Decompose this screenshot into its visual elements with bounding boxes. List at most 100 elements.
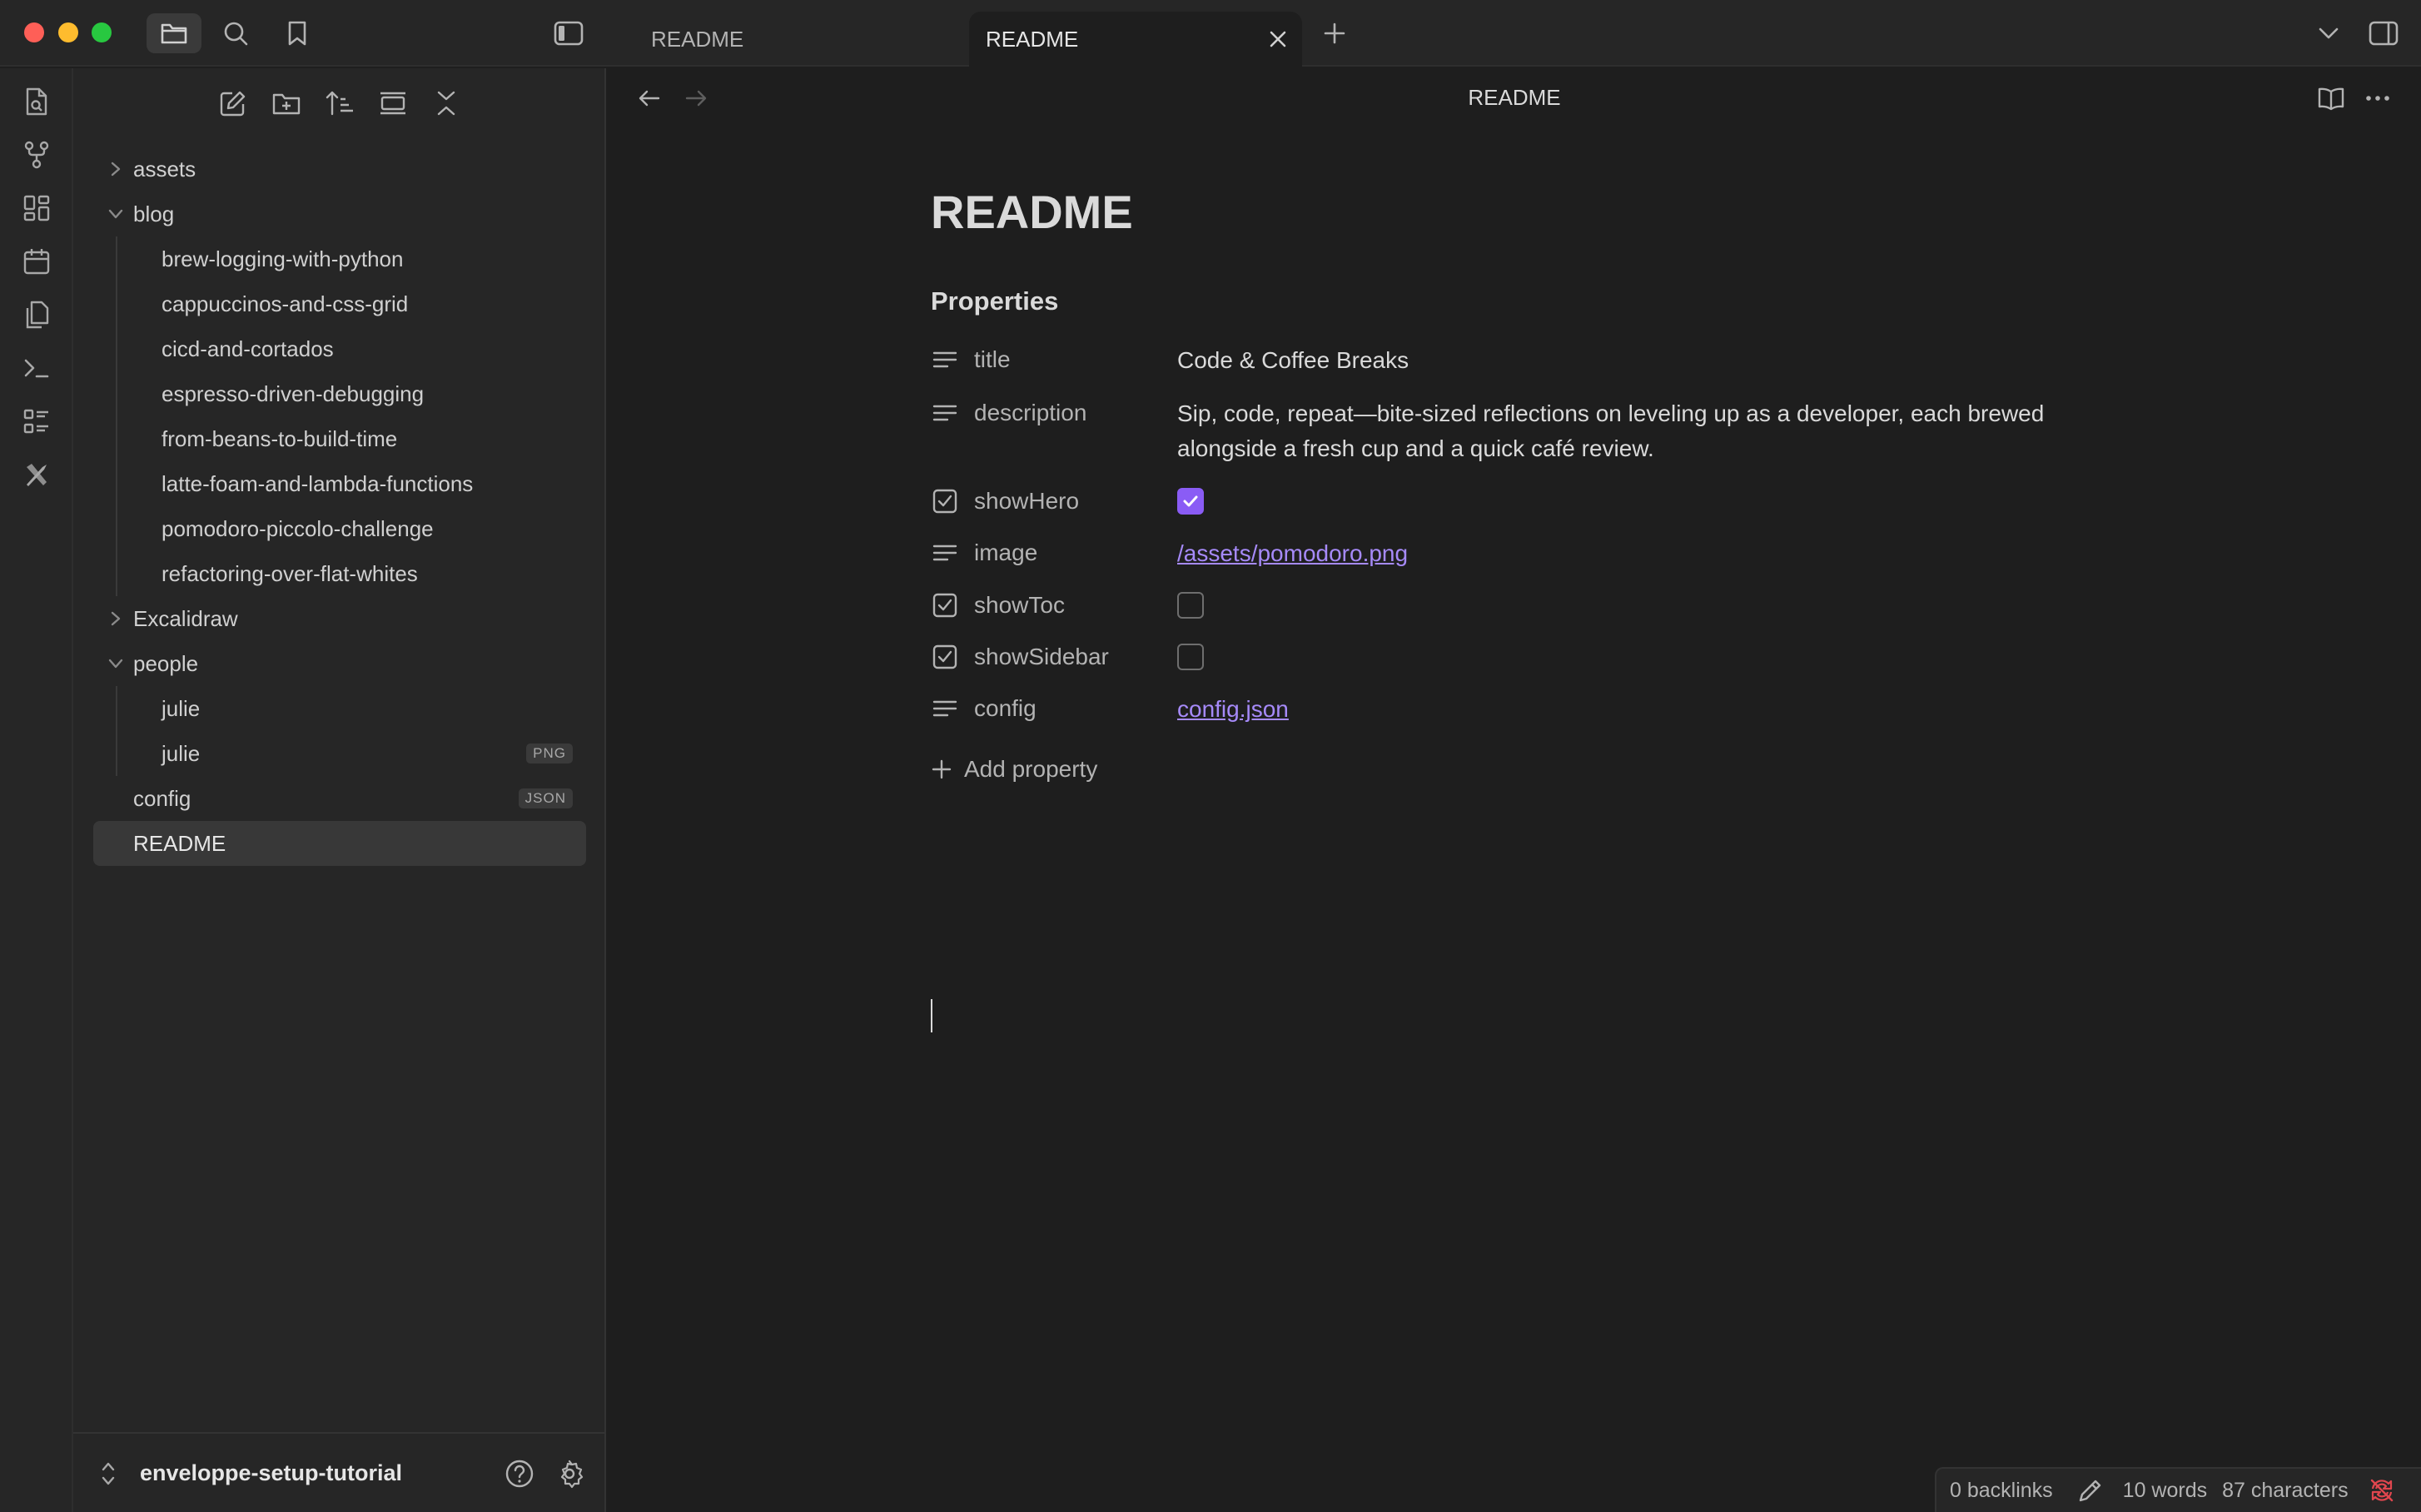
help-button[interactable]	[501, 1455, 538, 1492]
file-search-icon	[26, 87, 47, 116]
tab-readme-inactive[interactable]: README	[633, 12, 966, 67]
window-maximize-button[interactable]	[92, 22, 112, 42]
left-sidebar-toggle[interactable]	[541, 13, 596, 53]
editing-mode-button[interactable]	[2078, 1478, 2103, 1503]
canvas-button[interactable]	[18, 190, 55, 226]
tree-item-label: assets	[133, 156, 196, 182]
file-tree: assets blog brew-logging-with-python cap…	[93, 147, 586, 866]
folder-blog[interactable]: blog	[93, 191, 586, 236]
text-icon	[931, 399, 959, 427]
tree-item-label: from-beans-to-build-time	[162, 425, 398, 451]
pencil-square-icon	[220, 91, 246, 117]
property-key[interactable]: config	[931, 692, 1037, 725]
checkbox-icon	[931, 643, 959, 671]
templates-button[interactable]	[18, 296, 55, 333]
excalidraw-button[interactable]	[18, 456, 55, 493]
property-key[interactable]: showSidebar	[931, 640, 1109, 674]
reading-view-button[interactable]	[2313, 80, 2349, 117]
backlinks-count[interactable]: 0 backlinks	[1950, 1479, 2053, 1503]
property-value-input[interactable]: Code & Coffee Breaks	[1177, 343, 2093, 378]
properties-heading[interactable]: Properties	[931, 286, 1058, 316]
tree-item-label: espresso-driven-debugging	[162, 380, 425, 406]
file-pomodoro-piccolo-challenge[interactable]: pomodoro-piccolo-challenge	[93, 506, 586, 551]
property-value: /assets/pomodoro.png	[1177, 536, 2093, 571]
property-checkbox-unchecked[interactable]	[1177, 592, 1204, 619]
note-title[interactable]: README	[931, 185, 1133, 239]
command-palette-button[interactable]	[18, 350, 55, 386]
folder-excalidraw[interactable]: Excalidraw	[93, 596, 586, 641]
auto-reveal-button[interactable]	[375, 85, 411, 122]
property-key[interactable]: title	[931, 343, 1011, 376]
change-sort-order-button[interactable]	[321, 85, 358, 122]
bookmarks-button[interactable]	[270, 13, 325, 53]
file-brew-logging-with-python[interactable]: brew-logging-with-python	[93, 236, 586, 281]
file-espresso-driven-debugging[interactable]: espresso-driven-debugging	[93, 371, 586, 416]
daily-note-button[interactable]	[18, 243, 55, 280]
file-config-json[interactable]: config JSON	[93, 776, 586, 821]
plus-icon	[932, 759, 952, 779]
tree-item-label: blog	[133, 201, 175, 226]
chevron-down-icon	[105, 653, 127, 674]
new-tab-button[interactable]	[1307, 13, 1362, 53]
bookmark-icon	[288, 21, 306, 46]
file-julie[interactable]: julie	[93, 686, 586, 731]
new-note-button[interactable]	[215, 85, 251, 122]
vault-switcher-icon[interactable]	[98, 1459, 118, 1489]
text-cursor	[931, 999, 932, 1032]
file-explorer-toggle[interactable]	[147, 13, 201, 53]
file-refactoring-over-flat-whites[interactable]: refactoring-over-flat-whites	[93, 551, 586, 596]
add-property-button[interactable]: Add property	[931, 753, 1097, 786]
excalidraw-icon	[27, 464, 47, 486]
more-options-button[interactable]	[2359, 80, 2396, 117]
collapse-all-button[interactable]	[428, 85, 465, 122]
file-julie-png[interactable]: julie PNG	[93, 731, 586, 776]
layout-dashboard-icon	[23, 195, 50, 221]
file-cicd-and-cortados[interactable]: cicd-and-cortados	[93, 326, 586, 371]
internal-link[interactable]: /assets/pomodoro.png	[1177, 540, 1408, 566]
git-fork-icon	[24, 141, 49, 169]
file-latte-foam-and-lambda-functions[interactable]: latte-foam-and-lambda-functions	[93, 461, 586, 506]
tree-item-label: julie	[162, 695, 201, 721]
folder-people[interactable]: people	[93, 641, 586, 686]
list-details-icon	[23, 409, 48, 434]
window-close-button[interactable]	[24, 22, 44, 42]
property-checkbox-checked[interactable]	[1177, 488, 1204, 515]
tab-close-button[interactable]	[1265, 27, 1290, 52]
gear-icon	[560, 1460, 584, 1489]
settings-button[interactable]	[551, 1455, 588, 1492]
open-quick-switcher-button[interactable]	[18, 83, 55, 120]
vault-name[interactable]: enveloppe-setup-tutorial	[140, 1460, 402, 1486]
property-key-label: image	[974, 540, 1038, 565]
chevron-right-icon	[105, 608, 127, 629]
close-icon	[1270, 31, 1286, 47]
right-sidebar-toggle[interactable]	[2356, 13, 2411, 53]
bases-button[interactable]	[18, 403, 55, 440]
tab-list-button[interactable]	[2301, 13, 2356, 53]
property-value-input[interactable]: Sip, code, repeat—bite-sized reflections…	[1177, 396, 2093, 466]
book-open-icon	[2318, 87, 2344, 111]
word-count: 10 words	[2122, 1478, 2208, 1502]
folder-assets[interactable]: assets	[93, 147, 586, 191]
new-folder-button[interactable]	[268, 85, 305, 122]
chevron-right-icon	[105, 158, 127, 180]
text-icon	[931, 539, 959, 567]
tab-readme-active[interactable]: README	[969, 12, 1302, 67]
status-bar: 0 backlinks 10 words 87 characters	[1935, 1467, 2421, 1512]
window-minimize-button[interactable]	[58, 22, 78, 42]
property-key[interactable]: image	[931, 536, 1037, 569]
tree-item-label: refactoring-over-flat-whites	[162, 560, 418, 586]
property-checkbox-unchecked[interactable]	[1177, 644, 1204, 670]
property-key[interactable]: description	[931, 396, 1086, 430]
search-button[interactable]	[208, 13, 263, 53]
property-key[interactable]: showToc	[931, 589, 1065, 622]
file-from-beans-to-build-time[interactable]: from-beans-to-build-time	[93, 416, 586, 461]
internal-link[interactable]: config.json	[1177, 696, 1289, 722]
view-header-title[interactable]: README	[608, 85, 2421, 111]
sync-status-button[interactable]	[2369, 1477, 2395, 1504]
gallery-horizontal-icon	[380, 92, 405, 115]
graph-view-button[interactable]	[18, 137, 55, 173]
file-readme[interactable]: README	[93, 821, 586, 866]
chevron-down-icon	[105, 203, 127, 225]
file-cappuccinos-and-css-grid[interactable]: cappuccinos-and-css-grid	[93, 281, 586, 326]
property-key[interactable]: showHero	[931, 485, 1079, 518]
